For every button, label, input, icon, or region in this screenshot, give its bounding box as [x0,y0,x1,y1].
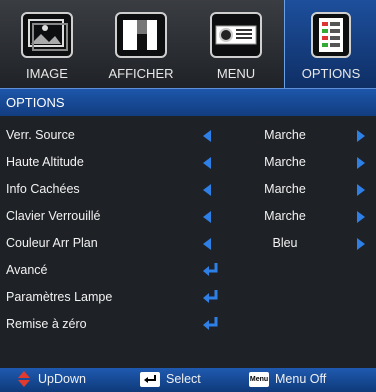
row-label: Haute Altitude [6,155,84,169]
enter-icon[interactable] [202,262,220,278]
options-list: Verr. Source Marche Haute Altitude March… [0,116,376,368]
right-arrow-icon[interactable] [357,238,365,250]
right-arrow-icon[interactable] [357,184,365,196]
display-icon [115,12,167,58]
tab-label: OPTIONS [301,66,361,81]
row-label: Info Cachées [6,182,80,196]
section-header: OPTIONS [0,88,376,116]
tab-menu[interactable]: MENU [188,0,284,88]
row-value: Bleu [272,236,298,250]
section-title: OPTIONS [6,95,65,110]
right-arrow-icon[interactable] [357,157,365,169]
row-avance[interactable]: Avancé [0,258,376,284]
row-label: Clavier Verrouillé [6,209,101,223]
image-icon [21,12,73,58]
footer-hints: UpDown Select Menu Menu Off [0,368,376,392]
right-arrow-icon[interactable] [357,211,365,223]
updown-label: UpDown [38,372,86,386]
row-haute-altitude[interactable]: Haute Altitude Marche [0,150,376,176]
right-arrow-icon[interactable] [357,130,365,142]
updown-icon [18,371,30,387]
row-value: Marche [264,209,306,223]
row-label: Verr. Source [6,128,75,142]
left-arrow-icon[interactable] [203,130,211,142]
tab-bar: IMAGE AFFICHER MENU OPTIONS [0,0,376,88]
select-key-icon [140,372,160,387]
tab-label: AFFICHER [108,66,174,81]
row-label: Couleur Arr Plan [6,236,98,250]
row-value: Marche [264,128,306,142]
left-arrow-icon[interactable] [203,238,211,250]
tab-afficher[interactable]: AFFICHER [94,0,188,88]
select-label: Select [166,372,201,386]
row-clavier-verrouille[interactable]: Clavier Verrouillé Marche [0,204,376,230]
row-remise-a-zero[interactable]: Remise à zéro [0,312,376,338]
menu-key-icon: Menu [249,372,269,387]
menu-off-label: Menu Off [275,372,327,386]
options-icon [311,12,351,58]
row-parametres-lampe[interactable]: Paramètres Lampe [0,285,376,311]
row-label: Avancé [6,263,48,277]
row-label: Paramètres Lampe [6,290,113,304]
row-info-cachees[interactable]: Info Cachées Marche [0,177,376,203]
row-label: Remise à zéro [6,317,87,331]
left-arrow-icon[interactable] [203,157,211,169]
tab-image[interactable]: IMAGE [0,0,94,88]
row-value: Marche [264,155,306,169]
enter-icon[interactable] [202,289,220,305]
row-couleur-arr-plan[interactable]: Couleur Arr Plan Bleu [0,231,376,257]
left-arrow-icon[interactable] [203,211,211,223]
left-arrow-icon[interactable] [203,184,211,196]
tab-label: MENU [216,66,256,81]
enter-icon[interactable] [202,316,220,332]
projector-icon [210,12,262,58]
row-value: Marche [264,182,306,196]
tab-label: IMAGE [26,66,68,81]
tab-options[interactable]: OPTIONS [284,0,376,88]
row-verr-source[interactable]: Verr. Source Marche [0,123,376,149]
osd-menu: IMAGE AFFICHER MENU OPTIONS OPTIONS Verr… [0,0,376,392]
